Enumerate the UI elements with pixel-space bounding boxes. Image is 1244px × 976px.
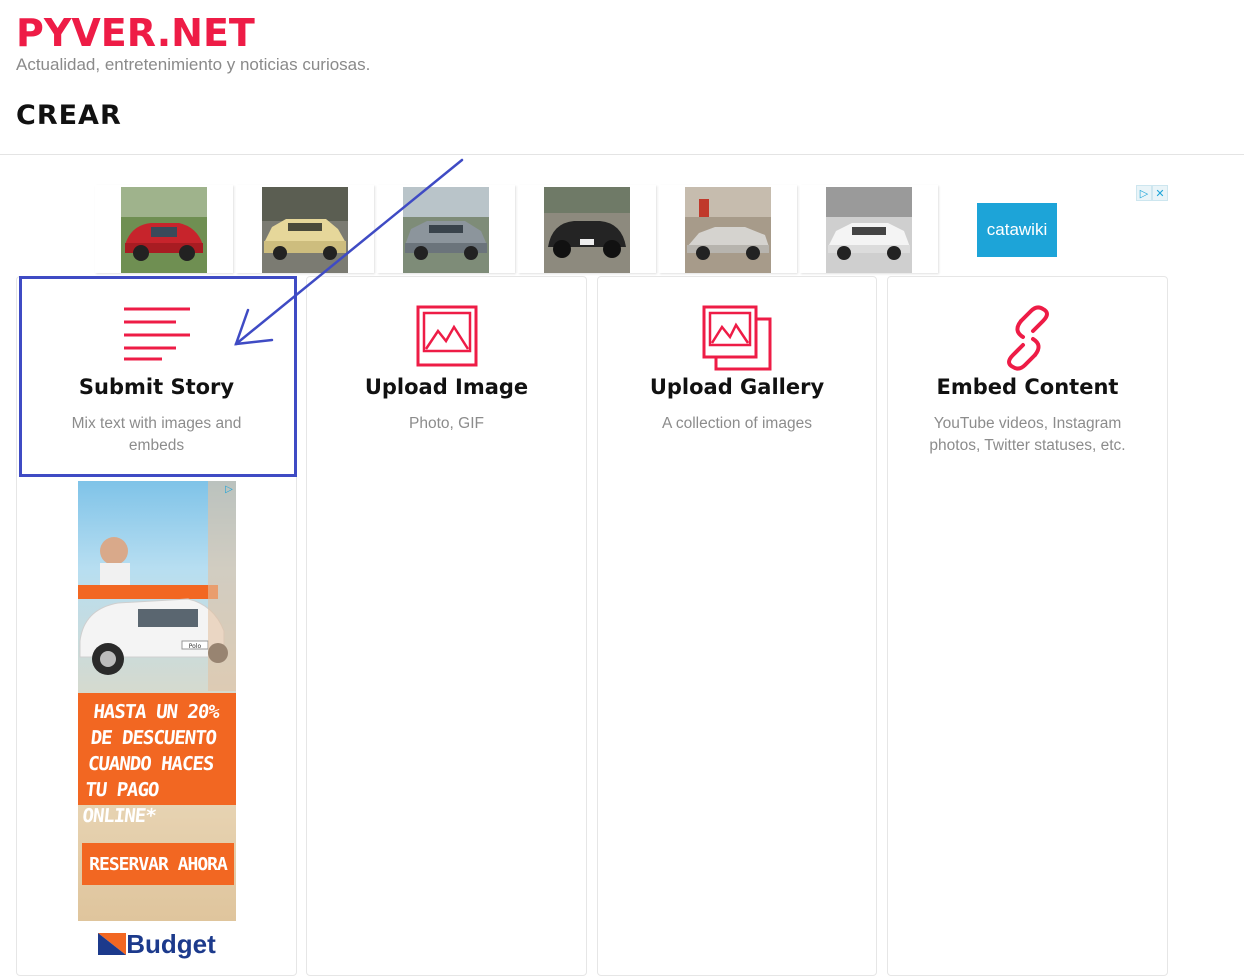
header-divider	[0, 154, 1244, 155]
card-title: Upload Image	[364, 375, 529, 399]
site-logo[interactable]: PYVER.NET	[16, 10, 255, 56]
link-icon	[1001, 305, 1055, 375]
page-title: CREAR	[16, 100, 122, 131]
ad-choices[interactable]: ▷ ✕	[1136, 185, 1168, 201]
card-description: Mix text with images and embeds	[71, 415, 242, 454]
card-embed-content[interactable]: Embed Content YouTube videos, Instagram …	[887, 276, 1168, 976]
card-description: A collection of images	[662, 415, 812, 432]
ad-car-image: Polo	[78, 481, 236, 691]
ad-info-icon[interactable]: ▷	[1136, 185, 1152, 201]
card-upload-image[interactable]: Upload Image Photo, GIF	[306, 276, 587, 976]
ad-reserve-button[interactable]: RESERVAR AHORA	[82, 843, 234, 885]
ad-close-icon[interactable]: ✕	[1152, 185, 1168, 201]
top-ad-banner[interactable]: catawiki ▷ ✕	[95, 185, 1170, 275]
text-lines-icon	[122, 305, 192, 365]
ad-car-badge: Polo	[189, 643, 202, 650]
image-icon	[416, 305, 478, 371]
ad-headline: HASTA UN 20% DE DESCUENTO CUANDO HACES T…	[81, 701, 220, 827]
card-title: Upload Gallery	[649, 375, 825, 399]
side-ad-banner[interactable]: Polo HASTA UN 20% DE DESCUENTO CUANDO HA…	[78, 481, 236, 967]
ad-thumbnail-silver-sedan[interactable]	[377, 185, 515, 273]
site-tagline: Actualidad, entretenimiento y noticias c…	[16, 55, 371, 74]
ad-brand-name: Budget	[126, 928, 216, 959]
card-upload-gallery[interactable]: Upload Gallery A collection of images	[597, 276, 877, 976]
ad-thumbnail-black-convertible-beetle[interactable]	[518, 185, 656, 273]
ad-thumbnail-red-classic-car[interactable]	[95, 185, 233, 273]
ad-brand-logo[interactable]: catawiki	[977, 203, 1057, 257]
card-description: Photo, GIF	[409, 415, 484, 432]
ad-choices-icon[interactable]: ▷	[222, 482, 236, 496]
gallery-icon	[702, 305, 772, 375]
card-description: YouTube videos, Instagram photos, Twitte…	[929, 415, 1126, 454]
ad-thumbnail-white-rally-car[interactable]	[800, 185, 938, 273]
budget-logo-icon	[98, 933, 127, 955]
ad-thumbnail-silver-sports-car[interactable]	[659, 185, 797, 273]
ad-brand[interactable]: Budget	[78, 921, 236, 967]
card-title: Embed Content	[936, 375, 1119, 399]
card-title: Submit Story	[78, 375, 235, 399]
ad-thumbnail-beige-sedan[interactable]	[236, 185, 374, 273]
